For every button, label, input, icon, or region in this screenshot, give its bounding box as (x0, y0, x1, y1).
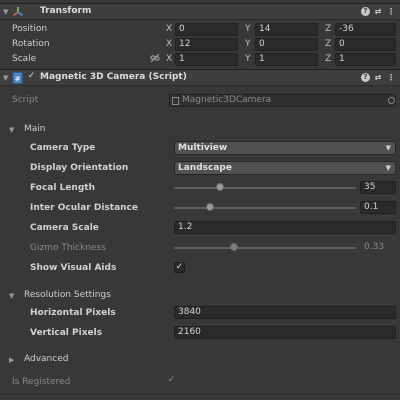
constrain-proportions-icon[interactable] (150, 53, 160, 63)
object-picker-icon[interactable] (388, 97, 395, 104)
scale-y-field[interactable]: 1 (255, 53, 318, 66)
main-section-label[interactable]: Main (24, 124, 46, 134)
foldout-arrow-icon[interactable]: ▼ (9, 292, 14, 300)
scale-z-field[interactable]: 1 (335, 53, 396, 66)
focal-length-label: Focal Length (30, 183, 95, 193)
enabled-checkbox[interactable]: ✓ (26, 72, 37, 83)
axis-y-label[interactable]: Y (245, 24, 251, 34)
divider (0, 394, 400, 395)
gizmo-thickness-slider-track[interactable] (174, 247, 356, 249)
axis-x-label[interactable]: X (166, 39, 172, 49)
foldout-arrow-icon[interactable]: ▼ (9, 126, 14, 134)
script-value: Magnetic3DCamera (182, 95, 272, 105)
display-orientation-value: Landscape (178, 163, 232, 173)
collapse-arrow-icon[interactable]: ▼ (3, 8, 8, 16)
focal-length-slider-track[interactable] (174, 187, 356, 189)
scale-x-field[interactable]: 1 (175, 53, 238, 66)
script-object-field: Magnetic3DCamera (169, 94, 396, 107)
axis-y-label[interactable]: Y (245, 54, 251, 64)
gizmo-thickness-field[interactable]: 0.33 (360, 241, 396, 254)
axis-z-label[interactable]: Z (325, 24, 331, 34)
script-file-icon: # (12, 72, 23, 84)
rotation-label: Rotation (12, 39, 50, 49)
rotation-z-field[interactable]: 0 (335, 38, 396, 51)
rotation-y-field[interactable]: 0 (255, 38, 318, 51)
position-z-field[interactable]: -36 (335, 23, 396, 36)
help-icon[interactable]: ? (361, 73, 370, 82)
more-options-icon[interactable]: ⋮ (386, 72, 396, 83)
focal-length-field[interactable]: 35 (360, 181, 396, 194)
scale-label: Scale (12, 54, 37, 64)
camera-type-dropdown[interactable]: Multiview ▼ (174, 141, 396, 155)
rotation-x-field[interactable]: 12 (175, 38, 238, 51)
presets-icon[interactable]: ⇄ (373, 72, 383, 83)
camera-script-header[interactable]: ▼ # ✓ Magnetic 3D Camera (Script) ? ⇄ ⋮ (0, 69, 400, 86)
gizmo-thickness-label: Gizmo Thickness (30, 243, 106, 253)
inter-ocular-distance-label: Inter Ocular Distance (30, 203, 138, 213)
camera-type-label: Camera Type (30, 143, 96, 153)
show-visual-aids-checkbox[interactable]: ✓ (174, 262, 185, 273)
more-options-icon[interactable]: ⋮ (386, 6, 396, 17)
advanced-section-label[interactable]: Advanced (24, 354, 68, 364)
position-y-field[interactable]: 14 (255, 23, 318, 36)
axis-z-label[interactable]: Z (325, 39, 331, 49)
script-asset-icon (172, 97, 179, 105)
vertical-pixels-field[interactable]: 2160 (174, 326, 396, 339)
transform-icon (12, 6, 24, 18)
resolution-settings-label[interactable]: Resolution Settings (24, 290, 111, 300)
position-x-field[interactable]: 0 (175, 23, 238, 36)
inter-ocular-slider-thumb[interactable] (206, 203, 215, 211)
vertical-pixels-label: Vertical Pixels (30, 328, 103, 338)
component-title: Magnetic 3D Camera (Script) (40, 72, 187, 82)
foldout-collapsed-arrow-icon[interactable]: ▶ (9, 356, 14, 364)
dropdown-arrow-icon: ▼ (385, 164, 391, 172)
inter-ocular-field[interactable]: 0.1 (360, 201, 396, 214)
show-visual-aids-label: Show Visual Aids (30, 263, 117, 273)
focal-length-slider-thumb[interactable] (215, 183, 224, 191)
axis-x-label[interactable]: X (166, 24, 172, 34)
is-registered-checkbox: ✓ (167, 375, 176, 385)
presets-icon[interactable]: ⇄ (373, 6, 383, 17)
transform-header[interactable]: ▼ Transform ? ⇄ ⋮ (0, 3, 400, 20)
display-orientation-dropdown[interactable]: Landscape ▼ (174, 161, 396, 175)
inter-ocular-slider-track[interactable] (174, 207, 356, 209)
horizontal-pixels-field[interactable]: 3840 (174, 306, 396, 319)
horizontal-pixels-label: Horizontal Pixels (30, 308, 116, 318)
gizmo-thickness-slider-thumb[interactable] (230, 243, 239, 251)
help-icon[interactable]: ? (361, 7, 370, 16)
collapse-arrow-icon[interactable]: ▼ (3, 74, 8, 82)
axis-y-label[interactable]: Y (245, 39, 251, 49)
dropdown-arrow-icon: ▼ (385, 144, 391, 152)
camera-type-value: Multiview (178, 143, 228, 153)
axis-x-label[interactable]: X (166, 54, 172, 64)
axis-z-label[interactable]: Z (325, 54, 331, 64)
component-title: Transform (40, 6, 92, 16)
is-registered-label: Is Registered (12, 377, 71, 387)
svg-text:#: # (15, 75, 21, 83)
display-orientation-label: Display Orientation (30, 163, 129, 173)
camera-scale-field[interactable]: 1.2 (174, 221, 396, 234)
position-label: Position (12, 24, 48, 34)
script-label: Script (12, 95, 39, 105)
camera-scale-label: Camera Scale (30, 223, 99, 233)
